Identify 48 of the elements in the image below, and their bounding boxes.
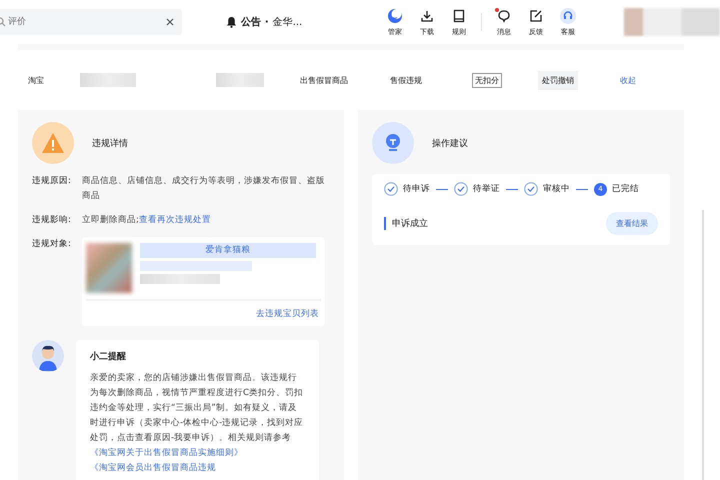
- product-list-link[interactable]: 去违规宝贝列表: [256, 309, 319, 319]
- download-icon: [420, 8, 434, 22]
- book-icon: [452, 8, 466, 22]
- rule-link[interactable]: 《淘宝网会员出售假冒商品违规: [90, 463, 216, 473]
- chat-icon: [497, 8, 512, 22]
- platform-text: 淘宝: [28, 74, 45, 86]
- result-text: 申诉成立: [384, 217, 428, 230]
- violation-type: 出售假冒商品: [300, 74, 349, 86]
- photo-placeholder: [86, 243, 132, 293]
- message-title: 小二提醒: [90, 350, 127, 363]
- step-label: 待举证: [473, 183, 500, 195]
- message-text: 亲爱的卖家，您的店铺涉嫌出售假冒商品。该违规行为每次删除商品，视情节严重程度进行C类扣分、罚扣违约金等处理，实行“三振出局”制。如有疑义，请及时进行申诉（卖家中心-体检中心-违规记录，找到对应处罚，点击查看原因-我要申诉）。相关规则请参考 《淘宝网关于出售假冒商品实施细则》 《淘宝网会员出售假冒商品违规: [90, 372, 304, 475]
- blurred-text: [80, 73, 136, 87]
- field-value: 商品信息、店铺信息、成交行为等表明，涉嫌发布假冒、盗版商品: [82, 174, 326, 203]
- notice-separator: ·: [264, 16, 269, 28]
- warning-icon: [32, 122, 74, 164]
- headset-icon: [560, 8, 576, 24]
- step-label: 待申诉: [403, 183, 430, 195]
- status-tag: 处罚撤销: [538, 70, 578, 90]
- product-name-link[interactable]: 爱肯拿猫粮: [140, 243, 316, 258]
- moon-icon: [387, 8, 404, 24]
- rule-link[interactable]: 《淘宝网关于出售假冒商品实施细则》: [90, 448, 243, 458]
- points-tag: 无扣分: [472, 72, 502, 88]
- avatar-icon: [32, 340, 64, 372]
- violation-category: 售假违规: [390, 74, 423, 86]
- lightbulb-icon: [372, 122, 414, 164]
- scrollbar-thumb[interactable]: [702, 210, 704, 480]
- notice-label: 公告: [240, 16, 261, 29]
- blurred-text: [216, 73, 264, 87]
- close-icon[interactable]: [166, 18, 174, 26]
- bell-icon: [226, 16, 237, 28]
- check-circle-icon: [524, 182, 538, 196]
- detail-link[interactable]: 查看再次违规处置: [138, 215, 211, 225]
- edit-icon: [529, 8, 544, 22]
- check-circle-icon: [384, 182, 398, 196]
- check-circle-icon: [454, 182, 468, 196]
- section-title: 违规详情: [92, 138, 128, 150]
- section-title: 操作建议: [432, 138, 468, 150]
- field-label: 违规影响:: [32, 214, 72, 227]
- step-label: 已完结: [612, 183, 639, 195]
- search-field[interactable]: 评价: [0, 9, 182, 35]
- field-label: 违规对象:: [32, 238, 72, 251]
- field-value: 立即删除商品;查看再次违规处置: [82, 214, 211, 227]
- view-result-button[interactable]: 查看结果: [606, 212, 658, 235]
- collapse-link[interactable]: 收起: [620, 74, 636, 86]
- field-label: 违规原因:: [32, 175, 72, 188]
- notice-text[interactable]: 金华...: [272, 15, 302, 29]
- step-label: 审核中: [543, 183, 570, 195]
